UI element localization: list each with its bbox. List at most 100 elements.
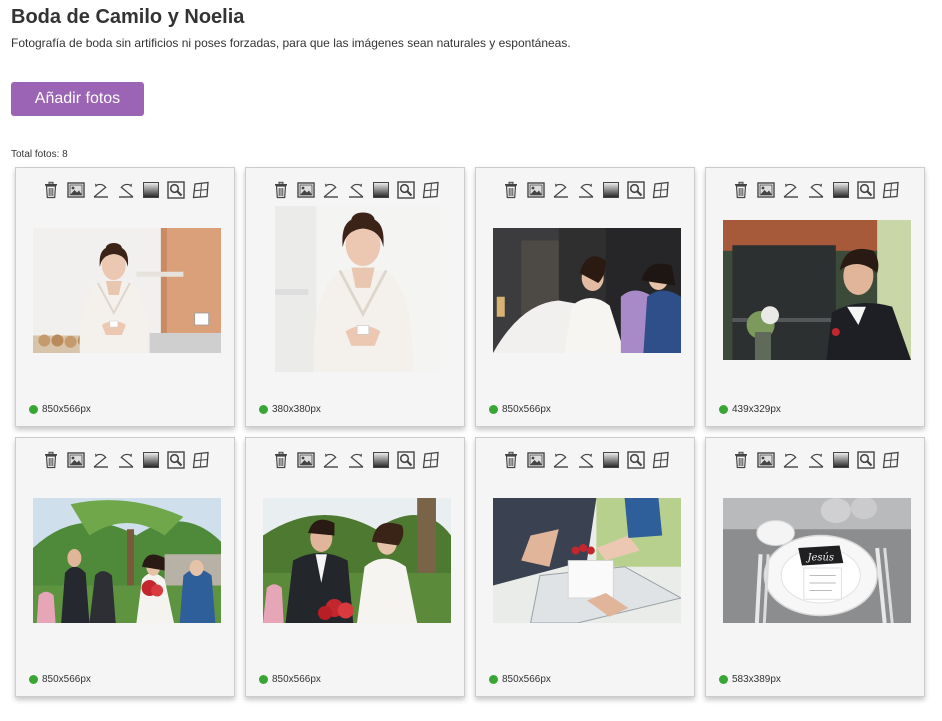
image-icon[interactable] <box>295 180 317 200</box>
trash-icon[interactable] <box>500 450 522 470</box>
grayscale-icon[interactable] <box>370 180 392 200</box>
rotate-right-icon[interactable] <box>345 450 367 470</box>
zoom-icon[interactable] <box>395 450 417 470</box>
crop-icon[interactable] <box>880 180 902 200</box>
photo-card[interactable]: 439x329px <box>705 167 925 427</box>
crop-icon[interactable] <box>420 180 442 200</box>
photo-size-label: 850x566px <box>259 674 321 685</box>
zoom-icon[interactable] <box>165 450 187 470</box>
image-icon[interactable] <box>755 450 777 470</box>
grayscale-icon[interactable] <box>140 450 162 470</box>
status-dot <box>259 675 268 684</box>
photo-toolbar <box>500 180 675 200</box>
photo-thumbnail[interactable]: Jesús <box>723 498 911 623</box>
crop-icon[interactable] <box>650 180 672 200</box>
photo-size-label: 583x389px <box>719 674 781 685</box>
rotate-right-icon[interactable] <box>805 180 827 200</box>
image-icon[interactable] <box>65 450 87 470</box>
rotate-right-icon[interactable] <box>345 180 367 200</box>
grayscale-icon[interactable] <box>830 450 852 470</box>
grayscale-icon[interactable] <box>370 450 392 470</box>
photo-card[interactable]: 850x566px <box>475 167 695 427</box>
crop-icon[interactable] <box>880 450 902 470</box>
zoom-icon[interactable] <box>625 180 647 200</box>
trash-icon[interactable] <box>270 180 292 200</box>
photo-thumbnail[interactable] <box>263 498 451 623</box>
photo-card[interactable]: 380x380px <box>245 167 465 427</box>
image-icon[interactable] <box>525 180 547 200</box>
grayscale-icon[interactable] <box>140 180 162 200</box>
rotate-left-icon[interactable] <box>550 180 572 200</box>
rotate-left-icon[interactable] <box>90 450 112 470</box>
trash-icon[interactable] <box>40 180 62 200</box>
zoom-icon[interactable] <box>855 180 877 200</box>
status-dot <box>29 675 38 684</box>
photo-thumbnail[interactable] <box>493 498 681 623</box>
trash-icon[interactable] <box>730 450 752 470</box>
photo-thumbnail[interactable] <box>33 228 221 353</box>
photo-thumbnail[interactable] <box>33 498 221 623</box>
photo-card[interactable]: 850x566px <box>475 437 695 697</box>
grayscale-icon[interactable] <box>600 180 622 200</box>
crop-icon[interactable] <box>190 180 212 200</box>
rotate-left-icon[interactable] <box>780 450 802 470</box>
photo-toolbar <box>40 180 215 200</box>
photo-size-label: 850x566px <box>29 674 91 685</box>
crop-icon[interactable] <box>650 450 672 470</box>
page-subtitle: Fotografía de boda sin artificios ni pos… <box>11 36 571 50</box>
photo-toolbar <box>730 450 905 470</box>
photo-dimensions: 850x566px <box>42 404 91 415</box>
rotate-right-icon[interactable] <box>805 450 827 470</box>
photo-dimensions: 850x566px <box>502 674 551 685</box>
zoom-icon[interactable] <box>855 450 877 470</box>
total-photos-label: Total fotos: 8 <box>11 149 68 160</box>
photo-toolbar <box>270 180 445 200</box>
crop-icon[interactable] <box>420 450 442 470</box>
photo-dimensions: 850x566px <box>42 674 91 685</box>
photo-toolbar <box>40 450 215 470</box>
status-dot <box>719 675 728 684</box>
photo-card[interactable]: 850x566px <box>245 437 465 697</box>
rotate-left-icon[interactable] <box>320 180 342 200</box>
rotate-left-icon[interactable] <box>780 180 802 200</box>
rotate-right-icon[interactable] <box>115 450 137 470</box>
rotate-right-icon[interactable] <box>115 180 137 200</box>
rotate-left-icon[interactable] <box>320 450 342 470</box>
status-dot <box>489 405 498 414</box>
grayscale-icon[interactable] <box>600 450 622 470</box>
photo-size-label: 380x380px <box>259 404 321 415</box>
page-title: Boda de Camilo y Noelia <box>11 6 245 28</box>
photo-card[interactable]: Jesús 583x389px <box>705 437 925 697</box>
image-icon[interactable] <box>525 450 547 470</box>
photo-toolbar <box>270 450 445 470</box>
add-photos-button[interactable]: Añadir fotos <box>11 82 144 116</box>
zoom-icon[interactable] <box>165 180 187 200</box>
crop-icon[interactable] <box>190 450 212 470</box>
photo-toolbar <box>500 450 675 470</box>
photo-thumbnail[interactable] <box>493 228 681 353</box>
rotate-right-icon[interactable] <box>575 450 597 470</box>
rotate-left-icon[interactable] <box>90 180 112 200</box>
photo-dimensions: 850x566px <box>502 404 551 415</box>
photo-card[interactable]: 850x566px <box>15 167 235 427</box>
photo-card[interactable]: 850x566px <box>15 437 235 697</box>
photo-size-label: 850x566px <box>489 674 551 685</box>
rotate-left-icon[interactable] <box>550 450 572 470</box>
photo-grid: 850x566px 380x380px 850x566px 439x329px … <box>15 167 940 707</box>
image-icon[interactable] <box>755 180 777 200</box>
zoom-icon[interactable] <box>395 180 417 200</box>
photo-thumbnail[interactable] <box>723 220 911 360</box>
grayscale-icon[interactable] <box>830 180 852 200</box>
status-dot <box>719 405 728 414</box>
trash-icon[interactable] <box>270 450 292 470</box>
trash-icon[interactable] <box>500 180 522 200</box>
photo-toolbar <box>730 180 905 200</box>
image-icon[interactable] <box>295 450 317 470</box>
trash-icon[interactable] <box>730 180 752 200</box>
rotate-right-icon[interactable] <box>575 180 597 200</box>
image-icon[interactable] <box>65 180 87 200</box>
zoom-icon[interactable] <box>625 450 647 470</box>
photo-thumbnail[interactable] <box>275 206 441 372</box>
trash-icon[interactable] <box>40 450 62 470</box>
status-dot <box>259 405 268 414</box>
